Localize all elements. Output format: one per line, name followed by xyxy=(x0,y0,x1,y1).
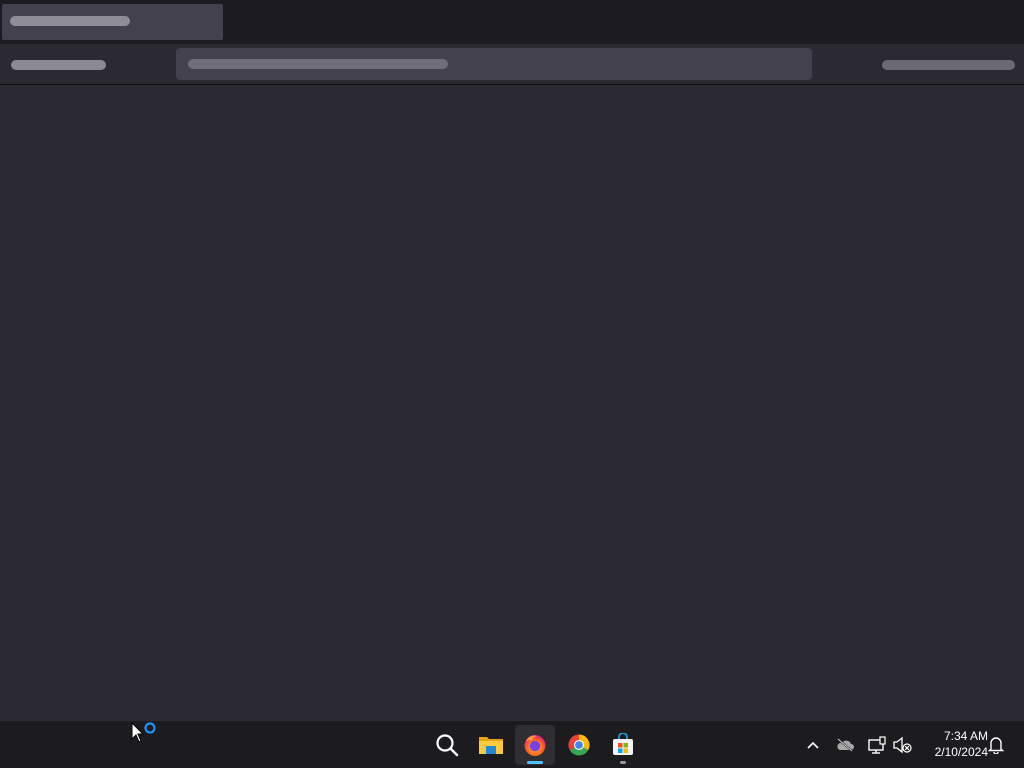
firefox-icon xyxy=(524,735,546,756)
onedrive-offline-icon xyxy=(837,738,854,752)
page-content[interactable] xyxy=(0,85,1024,720)
taskbar-firefox-button[interactable] xyxy=(515,725,555,765)
store-icon xyxy=(613,733,633,755)
notification-bell-icon xyxy=(988,737,1004,754)
network-icon xyxy=(868,736,886,754)
taskbar-chrome-button[interactable] xyxy=(559,725,599,765)
taskbar-search-button[interactable] xyxy=(427,725,467,765)
tab-strip xyxy=(0,0,1024,44)
notifications-button[interactable] xyxy=(984,733,1008,757)
address-bar[interactable] xyxy=(176,48,812,80)
navigation-toolbar xyxy=(0,44,1024,85)
volume-button[interactable] xyxy=(890,733,914,757)
clock[interactable]: 7:34 AM 2/10/2024 xyxy=(918,728,988,760)
network-button[interactable] xyxy=(865,733,889,757)
taskbar-store-button[interactable] xyxy=(603,725,643,765)
search-icon xyxy=(436,734,459,757)
folder-icon xyxy=(479,737,503,754)
nav-buttons-placeholder xyxy=(11,60,106,70)
browser-tab[interactable] xyxy=(2,4,223,40)
address-text-placeholder xyxy=(188,59,448,69)
toolbar-icons-placeholder xyxy=(882,60,1015,70)
onedrive-button[interactable] xyxy=(833,733,857,757)
tab-title-placeholder xyxy=(10,16,130,26)
taskbar-file-explorer-button[interactable] xyxy=(471,725,511,765)
running-app-indicator xyxy=(620,761,626,764)
clock-date: 2/10/2024 xyxy=(934,745,988,759)
volume-muted-icon xyxy=(893,736,912,754)
chevron-up-icon xyxy=(807,741,819,749)
chrome-icon xyxy=(568,734,590,756)
clock-time: 7:34 AM xyxy=(943,729,988,743)
busy-cursor-icon xyxy=(131,722,156,743)
active-app-indicator xyxy=(527,761,543,764)
show-hidden-icons-button[interactable] xyxy=(801,733,825,757)
